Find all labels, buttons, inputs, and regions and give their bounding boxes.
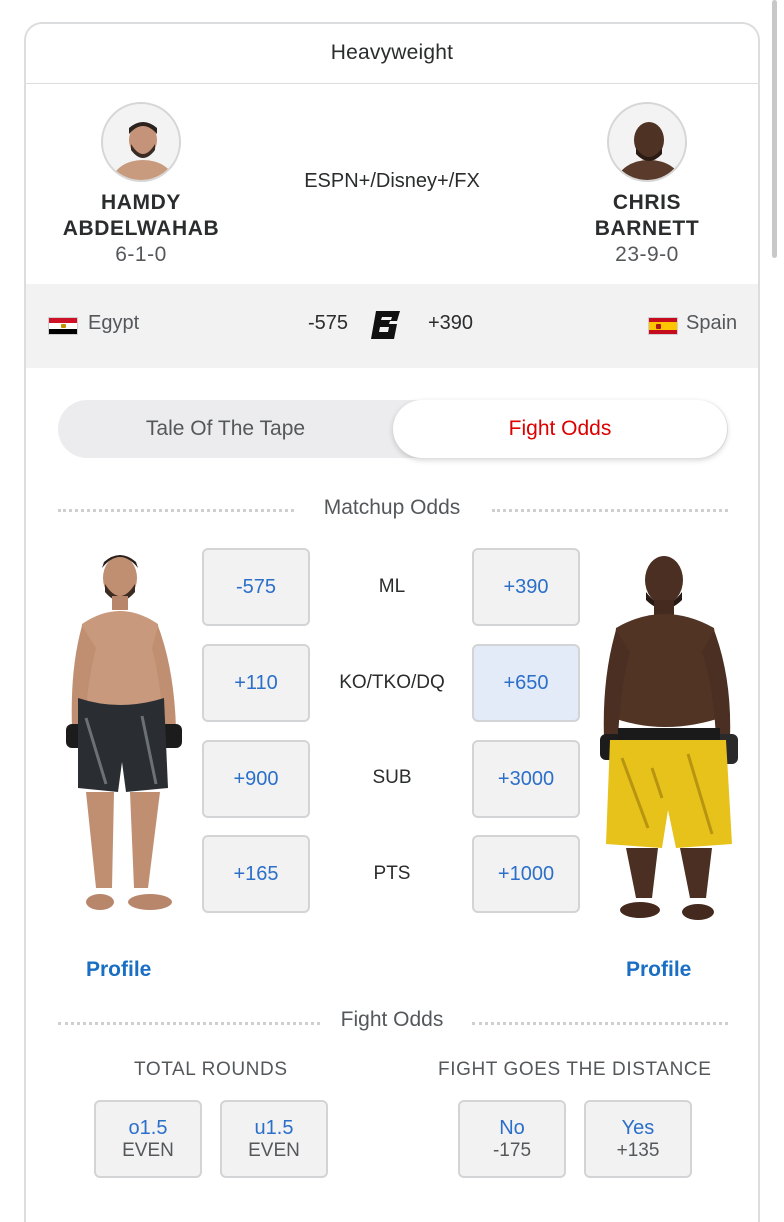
- over-rounds-price: EVEN: [122, 1140, 174, 1161]
- sub-right-odds-button[interactable]: +3000: [472, 740, 580, 818]
- ml-left-odds-button[interactable]: -575: [202, 548, 310, 626]
- espn-bet-icon[interactable]: [370, 308, 404, 342]
- goes-distance-label: FIGHT GOES THE DISTANCE: [438, 1059, 712, 1080]
- fighter-right[interactable]: CHRIS BARNETT 23-9-0: [552, 102, 742, 268]
- pts-label: PTS: [373, 863, 411, 884]
- fighter-right-country: Spain: [686, 312, 738, 334]
- distance-yes-line: Yes: [621, 1117, 655, 1139]
- pts-right-odds-button[interactable]: +1000: [472, 835, 580, 913]
- ml-label: ML: [378, 576, 406, 597]
- fighter-right-moneyline: +390: [428, 312, 474, 334]
- weight-class-header: Heavyweight: [26, 24, 758, 84]
- total-rounds-label: TOTAL ROUNDS: [134, 1059, 288, 1080]
- view-toggle: Tale Of The Tape Fight Odds: [58, 400, 728, 458]
- distance-no-line: No: [499, 1117, 525, 1139]
- divider-dots: [492, 509, 728, 512]
- fighter-left-body-image: [66, 555, 182, 910]
- fighter-left-country: Egypt: [88, 312, 140, 334]
- fighter-right-last-name: BARNETT: [594, 217, 700, 240]
- over-rounds-button[interactable]: o1.5 EVEN: [94, 1100, 202, 1178]
- distance-no-button[interactable]: No -175: [458, 1100, 566, 1178]
- fighters-header: HAMDY ABDELWAHAB 6-1-0 ESPN+/Disney+/FX …: [26, 84, 758, 284]
- spain-flag-icon: [648, 317, 678, 335]
- fight-card: Heavyweight HAMDY ABDELWAHAB 6-1-0 ESPN+…: [24, 22, 760, 1222]
- fighter-left-moneyline: -575: [308, 312, 349, 334]
- country-odds-bar: Egypt -575 +390 Spain: [26, 284, 758, 368]
- fighter-right-profile-link[interactable]: Profile: [626, 958, 691, 982]
- fighter-left-record: 6-1-0: [115, 243, 167, 266]
- pts-left-odds-button[interactable]: +165: [202, 835, 310, 913]
- divider-dots: [472, 1022, 728, 1025]
- distance-no-price: -175: [492, 1140, 532, 1161]
- distance-yes-price: +135: [616, 1140, 660, 1161]
- tab-tale-of-the-tape[interactable]: Tale Of The Tape: [58, 400, 393, 458]
- egypt-flag-icon: [48, 317, 78, 335]
- under-rounds-button[interactable]: u1.5 EVEN: [220, 1100, 328, 1178]
- fighter-right-first-name: CHRIS: [612, 191, 682, 214]
- sub-left-odds-button[interactable]: +900: [202, 740, 310, 818]
- ml-right-odds-button[interactable]: +390: [472, 548, 580, 626]
- ko-left-odds-button[interactable]: +110: [202, 644, 310, 722]
- fighter-left-first-name: HAMDY: [101, 191, 181, 214]
- ko-right-odds-button[interactable]: +650: [472, 644, 580, 722]
- tab-fight-odds[interactable]: Fight Odds: [393, 400, 727, 458]
- distance-yes-button[interactable]: Yes +135: [584, 1100, 692, 1178]
- under-rounds-line: u1.5: [254, 1117, 294, 1139]
- matchup-odds-title: Matchup Odds: [323, 496, 461, 519]
- under-rounds-price: EVEN: [248, 1140, 300, 1161]
- over-rounds-line: o1.5: [128, 1117, 168, 1139]
- fighter-right-record: 23-9-0: [615, 243, 679, 266]
- fighter-right-body-image: [600, 556, 738, 920]
- fighter-left-profile-link[interactable]: Profile: [86, 958, 151, 982]
- fighter-left-last-name: ABDELWAHAB: [62, 217, 220, 240]
- fighter-right-avatar: [607, 102, 687, 182]
- ko-label: KO/TKO/DQ: [339, 672, 445, 693]
- fight-odds-title: Fight Odds: [340, 1008, 444, 1031]
- page-scrollbar[interactable]: [772, 0, 777, 258]
- sub-label: SUB: [372, 767, 412, 788]
